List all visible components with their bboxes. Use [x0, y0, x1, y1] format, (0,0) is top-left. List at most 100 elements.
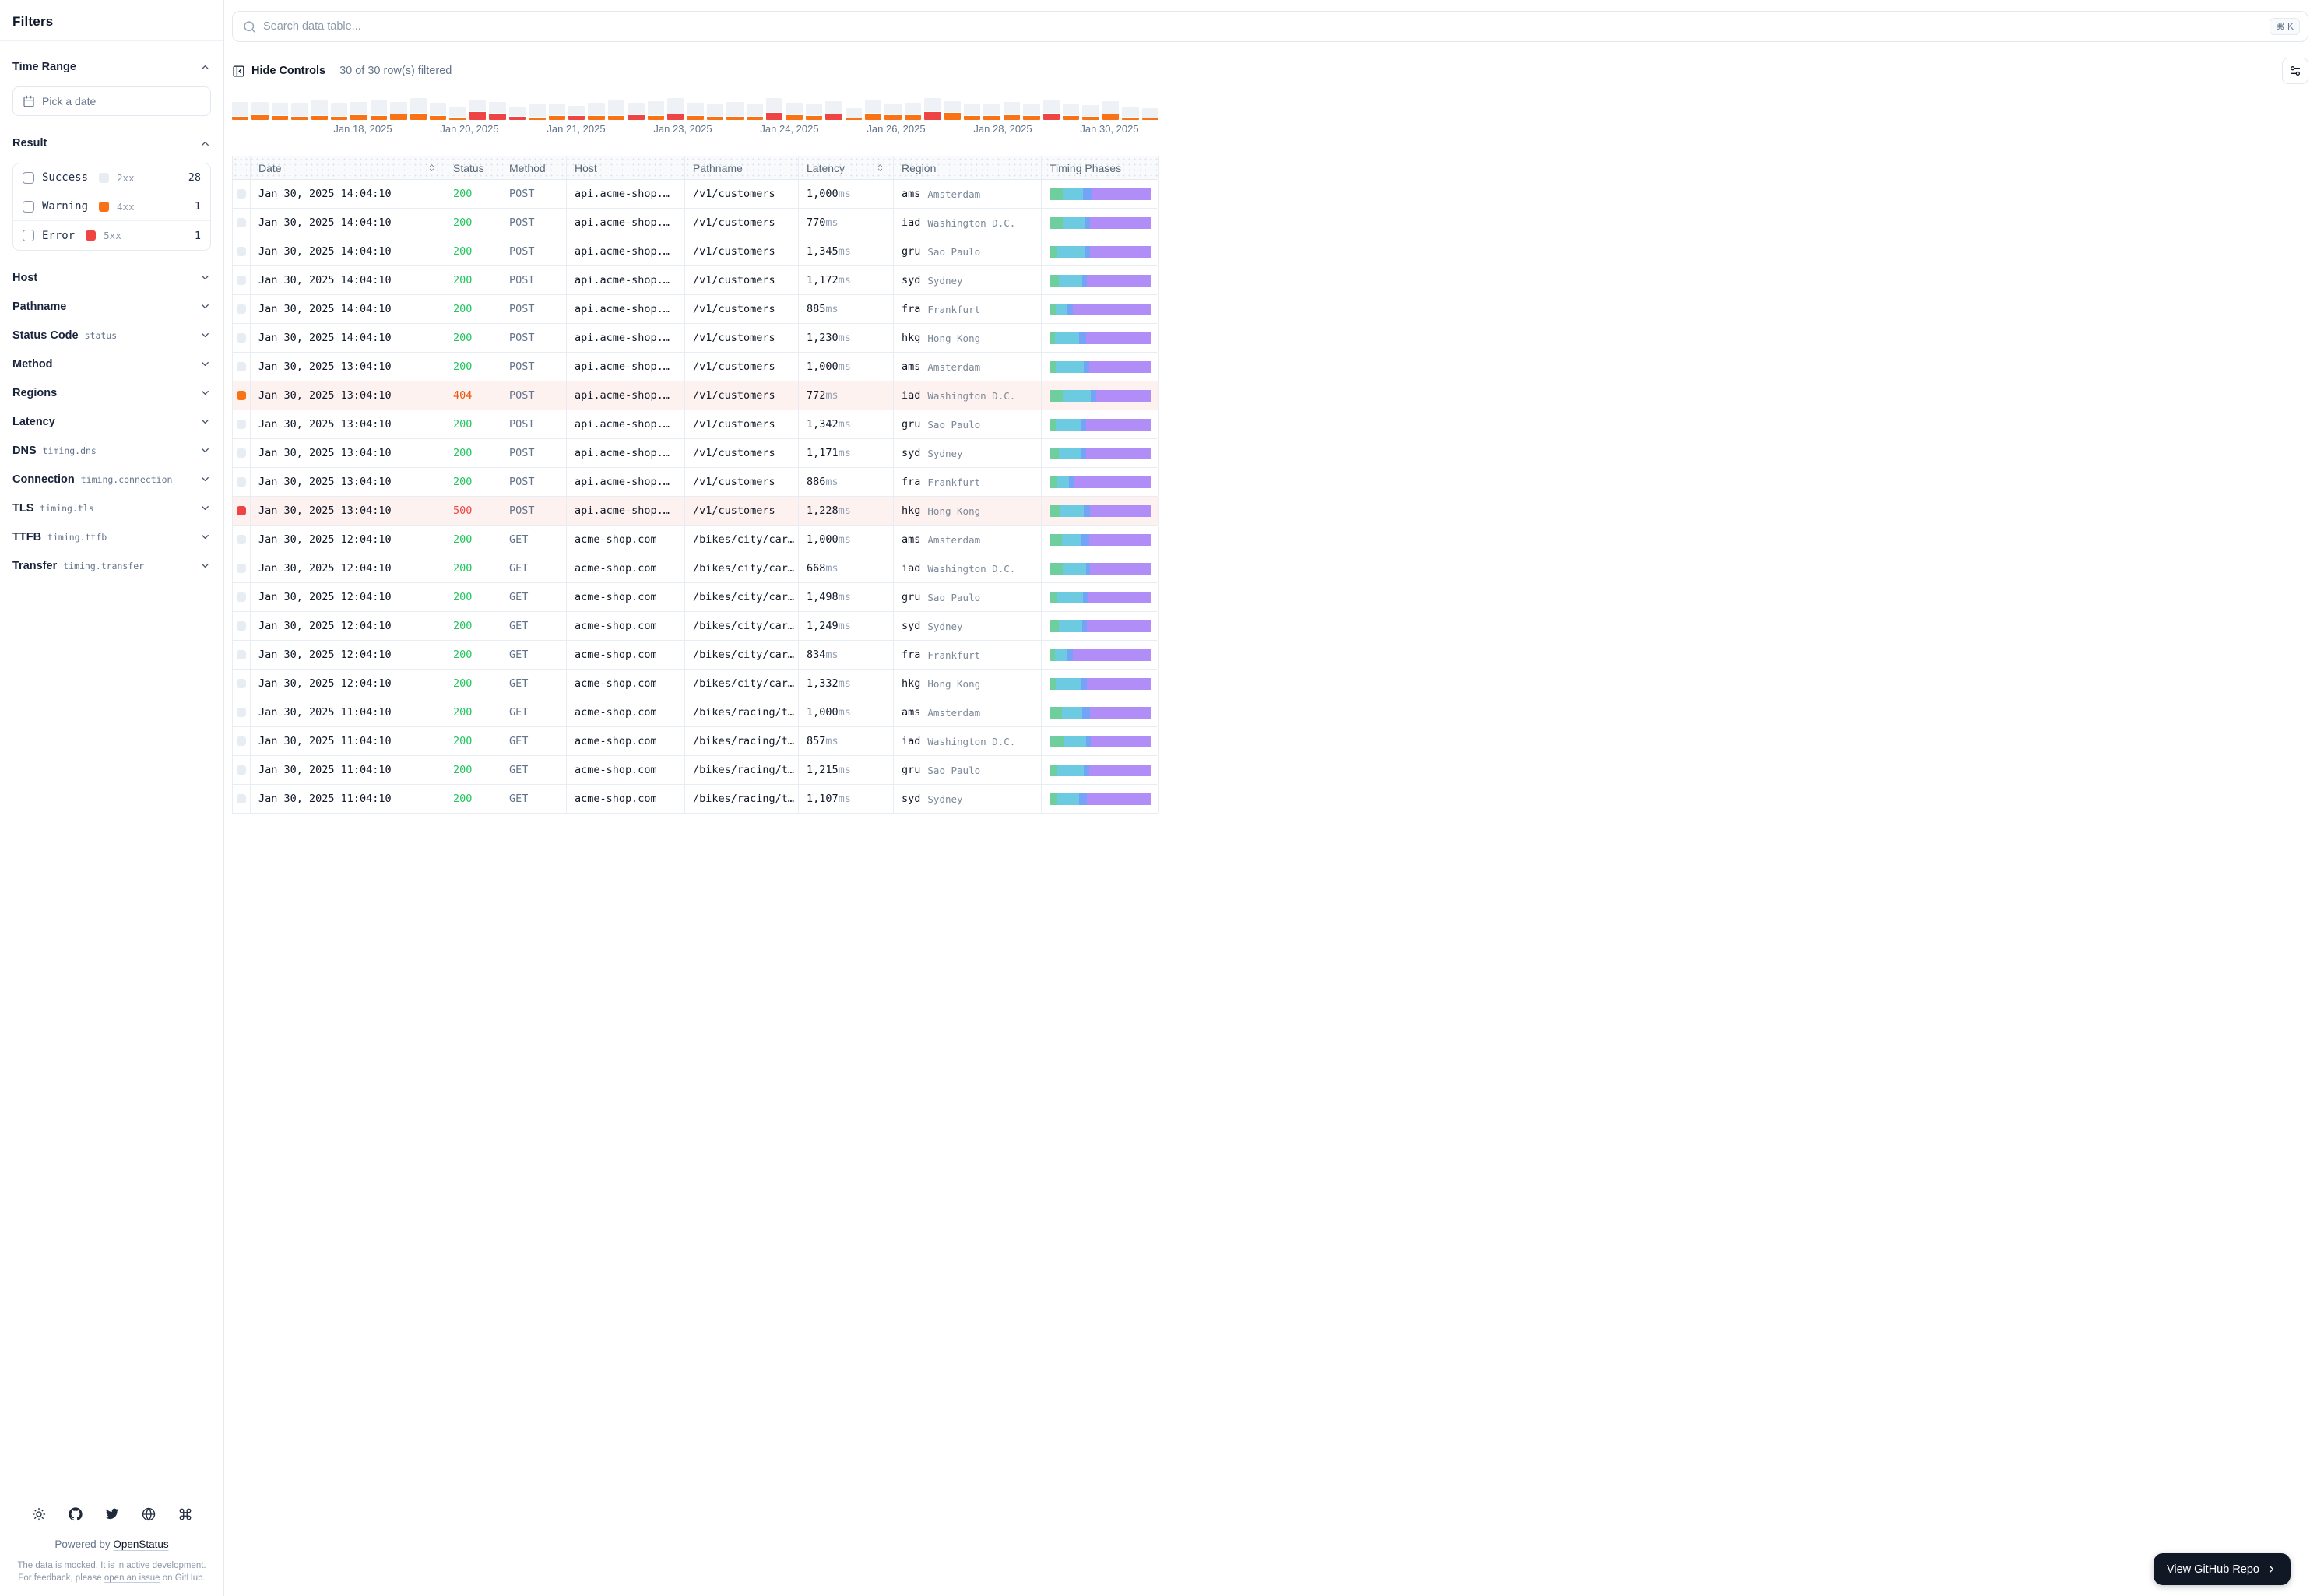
histogram-bar[interactable] — [410, 98, 427, 120]
section-time-range[interactable]: Time Range — [12, 55, 211, 79]
sort-icon[interactable] — [427, 162, 437, 174]
checkbox[interactable] — [23, 171, 34, 184]
table-row[interactable]: Jan 30, 2025 12:04:10 200 GET acme-shop.com… — [233, 612, 1159, 641]
section-latency[interactable]: Latency — [12, 407, 211, 436]
date-picker-input[interactable]: Pick a date — [12, 86, 211, 116]
histogram-bar[interactable] — [687, 103, 704, 120]
table-row[interactable]: Jan 30, 2025 14:04:10 200 POST api.acme-sho… — [233, 266, 1159, 295]
table-row[interactable]: Jan 30, 2025 12:04:10 200 GET acme-shop.com… — [233, 526, 1159, 554]
section-host[interactable]: Host — [12, 263, 211, 292]
histogram-bar[interactable] — [825, 101, 842, 120]
histogram-bar[interactable] — [1063, 104, 1080, 120]
histogram-bar[interactable] — [983, 104, 1000, 120]
view-options-button[interactable] — [2282, 58, 2308, 84]
table-row[interactable]: Jan 30, 2025 11:04:10 200 GET acme-shop.com… — [233, 727, 1159, 756]
histogram-bar[interactable] — [568, 106, 585, 120]
table-row[interactable]: Jan 30, 2025 13:04:10 200 POST api.acme-sho… — [233, 353, 1159, 381]
table-row[interactable]: Jan 30, 2025 14:04:10 200 POST api.acme-sho… — [233, 209, 1159, 237]
open-issue-link[interactable]: open an issue — [104, 1573, 160, 1583]
table-row[interactable]: Jan 30, 2025 12:04:10 200 GET acme-shop.com… — [233, 583, 1159, 612]
checkbox[interactable] — [23, 230, 34, 241]
histogram-bar[interactable] — [529, 104, 546, 120]
histogram-bar[interactable] — [765, 98, 783, 120]
table-row[interactable]: Jan 30, 2025 14:04:10 200 POST api.acme-sho… — [233, 180, 1159, 209]
table-row[interactable]: Jan 30, 2025 13:04:10 200 POST api.acme-sho… — [233, 468, 1159, 497]
histogram-bar[interactable] — [628, 103, 645, 120]
histogram-bar[interactable] — [390, 102, 407, 120]
table-row[interactable]: Jan 30, 2025 12:04:10 200 GET acme-shop.com… — [233, 641, 1159, 670]
histogram-bar[interactable] — [647, 101, 664, 120]
result-filter-item[interactable]: Warning 4xx 1 — [13, 192, 210, 221]
histogram-bar[interactable] — [449, 107, 466, 120]
table-row[interactable]: Jan 30, 2025 14:04:10 200 POST api.acme-sho… — [233, 295, 1159, 324]
section-transfer[interactable]: Transfer timing.transfer — [12, 551, 211, 580]
command-icon[interactable] — [178, 1507, 192, 1521]
section-ttfb[interactable]: TTFB timing.ttfb — [12, 522, 211, 551]
openstatus-link[interactable]: OpenStatus — [113, 1538, 168, 1550]
table-row[interactable]: Jan 30, 2025 12:04:10 200 GET acme-shop.com… — [233, 670, 1159, 698]
histogram-bar[interactable] — [489, 102, 506, 120]
histogram-bar[interactable] — [1141, 108, 1159, 120]
histogram-bar[interactable] — [291, 103, 308, 120]
table-row[interactable]: Jan 30, 2025 12:04:10 200 GET acme-shop.com… — [233, 554, 1159, 583]
histogram-bar[interactable] — [944, 101, 962, 120]
histogram-bar[interactable] — [845, 108, 862, 120]
histogram-bar[interactable] — [251, 102, 269, 120]
histogram-bar[interactable] — [904, 103, 922, 120]
histogram-bar[interactable] — [508, 107, 526, 120]
histogram-bar[interactable] — [1023, 104, 1040, 120]
histogram-bar[interactable] — [805, 104, 823, 120]
table-row[interactable]: Jan 30, 2025 13:04:10 200 POST api.acme-sho… — [233, 410, 1159, 439]
histogram-bar[interactable] — [430, 103, 447, 120]
histogram-bar[interactable] — [746, 104, 763, 120]
search-input[interactable] — [263, 20, 2263, 33]
histogram-bar[interactable] — [964, 104, 981, 120]
section-connection[interactable]: Connection timing.connection — [12, 465, 211, 494]
column-header-latency[interactable]: Latency — [799, 156, 894, 179]
histogram-bar[interactable] — [786, 103, 803, 120]
histogram-bar[interactable] — [1042, 100, 1060, 120]
histogram-bar[interactable] — [1003, 102, 1021, 120]
section-tls[interactable]: TLS timing.tls — [12, 494, 211, 522]
table-row[interactable]: Jan 30, 2025 13:04:10 404 POST api.acme-sho… — [233, 381, 1159, 410]
histogram-bar[interactable] — [311, 100, 329, 120]
section-method[interactable]: Method — [12, 350, 211, 378]
histogram-bar[interactable] — [1082, 105, 1099, 120]
histogram-bar[interactable] — [1102, 101, 1120, 120]
histogram-bar[interactable] — [548, 104, 565, 120]
histogram-bar[interactable] — [865, 100, 882, 120]
section-dns[interactable]: DNS timing.dns — [12, 436, 211, 465]
github-icon[interactable] — [68, 1507, 83, 1521]
twitter-icon[interactable] — [105, 1507, 119, 1521]
histogram-bar[interactable] — [350, 102, 367, 120]
table-row[interactable]: Jan 30, 2025 11:04:10 200 GET acme-shop.com… — [233, 698, 1159, 727]
section-result[interactable]: Result — [12, 132, 211, 155]
histogram-bar[interactable] — [1122, 107, 1139, 120]
histogram-bar[interactable] — [884, 104, 902, 120]
sort-icon[interactable] — [875, 162, 885, 174]
result-filter-item[interactable]: Error 5xx 1 — [13, 221, 210, 250]
histogram-bar[interactable] — [924, 98, 941, 120]
search-bar[interactable]: ⌘ K — [232, 11, 2308, 42]
histogram-bar[interactable] — [370, 100, 388, 120]
hide-controls-button[interactable]: Hide Controls — [232, 65, 325, 78]
histogram-bar[interactable] — [706, 104, 724, 120]
column-header-date[interactable]: Date — [251, 156, 445, 179]
view-github-repo-button[interactable]: View GitHub Repo — [2153, 1553, 2291, 1585]
histogram-bar[interactable] — [232, 102, 249, 120]
table-row[interactable]: Jan 30, 2025 13:04:10 200 POST api.acme-sho… — [233, 439, 1159, 468]
result-filter-item[interactable]: Success 2xx 28 — [13, 163, 210, 192]
histogram-bar[interactable] — [469, 100, 487, 120]
histogram-bar[interactable] — [666, 98, 684, 120]
table-row[interactable]: Jan 30, 2025 14:04:10 200 POST api.acme-sho… — [233, 237, 1159, 266]
table-row[interactable]: Jan 30, 2025 11:04:10 200 GET acme-shop.com… — [233, 785, 1159, 814]
histogram-bar[interactable] — [726, 102, 744, 120]
histogram-bar[interactable] — [331, 103, 348, 120]
globe-icon[interactable] — [142, 1507, 156, 1521]
table-row[interactable]: Jan 30, 2025 13:04:10 500 POST api.acme-sho… — [233, 497, 1159, 526]
section-regions[interactable]: Regions — [12, 378, 211, 407]
histogram-bar[interactable] — [607, 100, 625, 120]
section-status-code[interactable]: Status Code status — [12, 321, 211, 350]
sun-icon[interactable] — [32, 1507, 46, 1521]
table-row[interactable]: Jan 30, 2025 14:04:10 200 POST api.acme-sho… — [233, 324, 1159, 353]
